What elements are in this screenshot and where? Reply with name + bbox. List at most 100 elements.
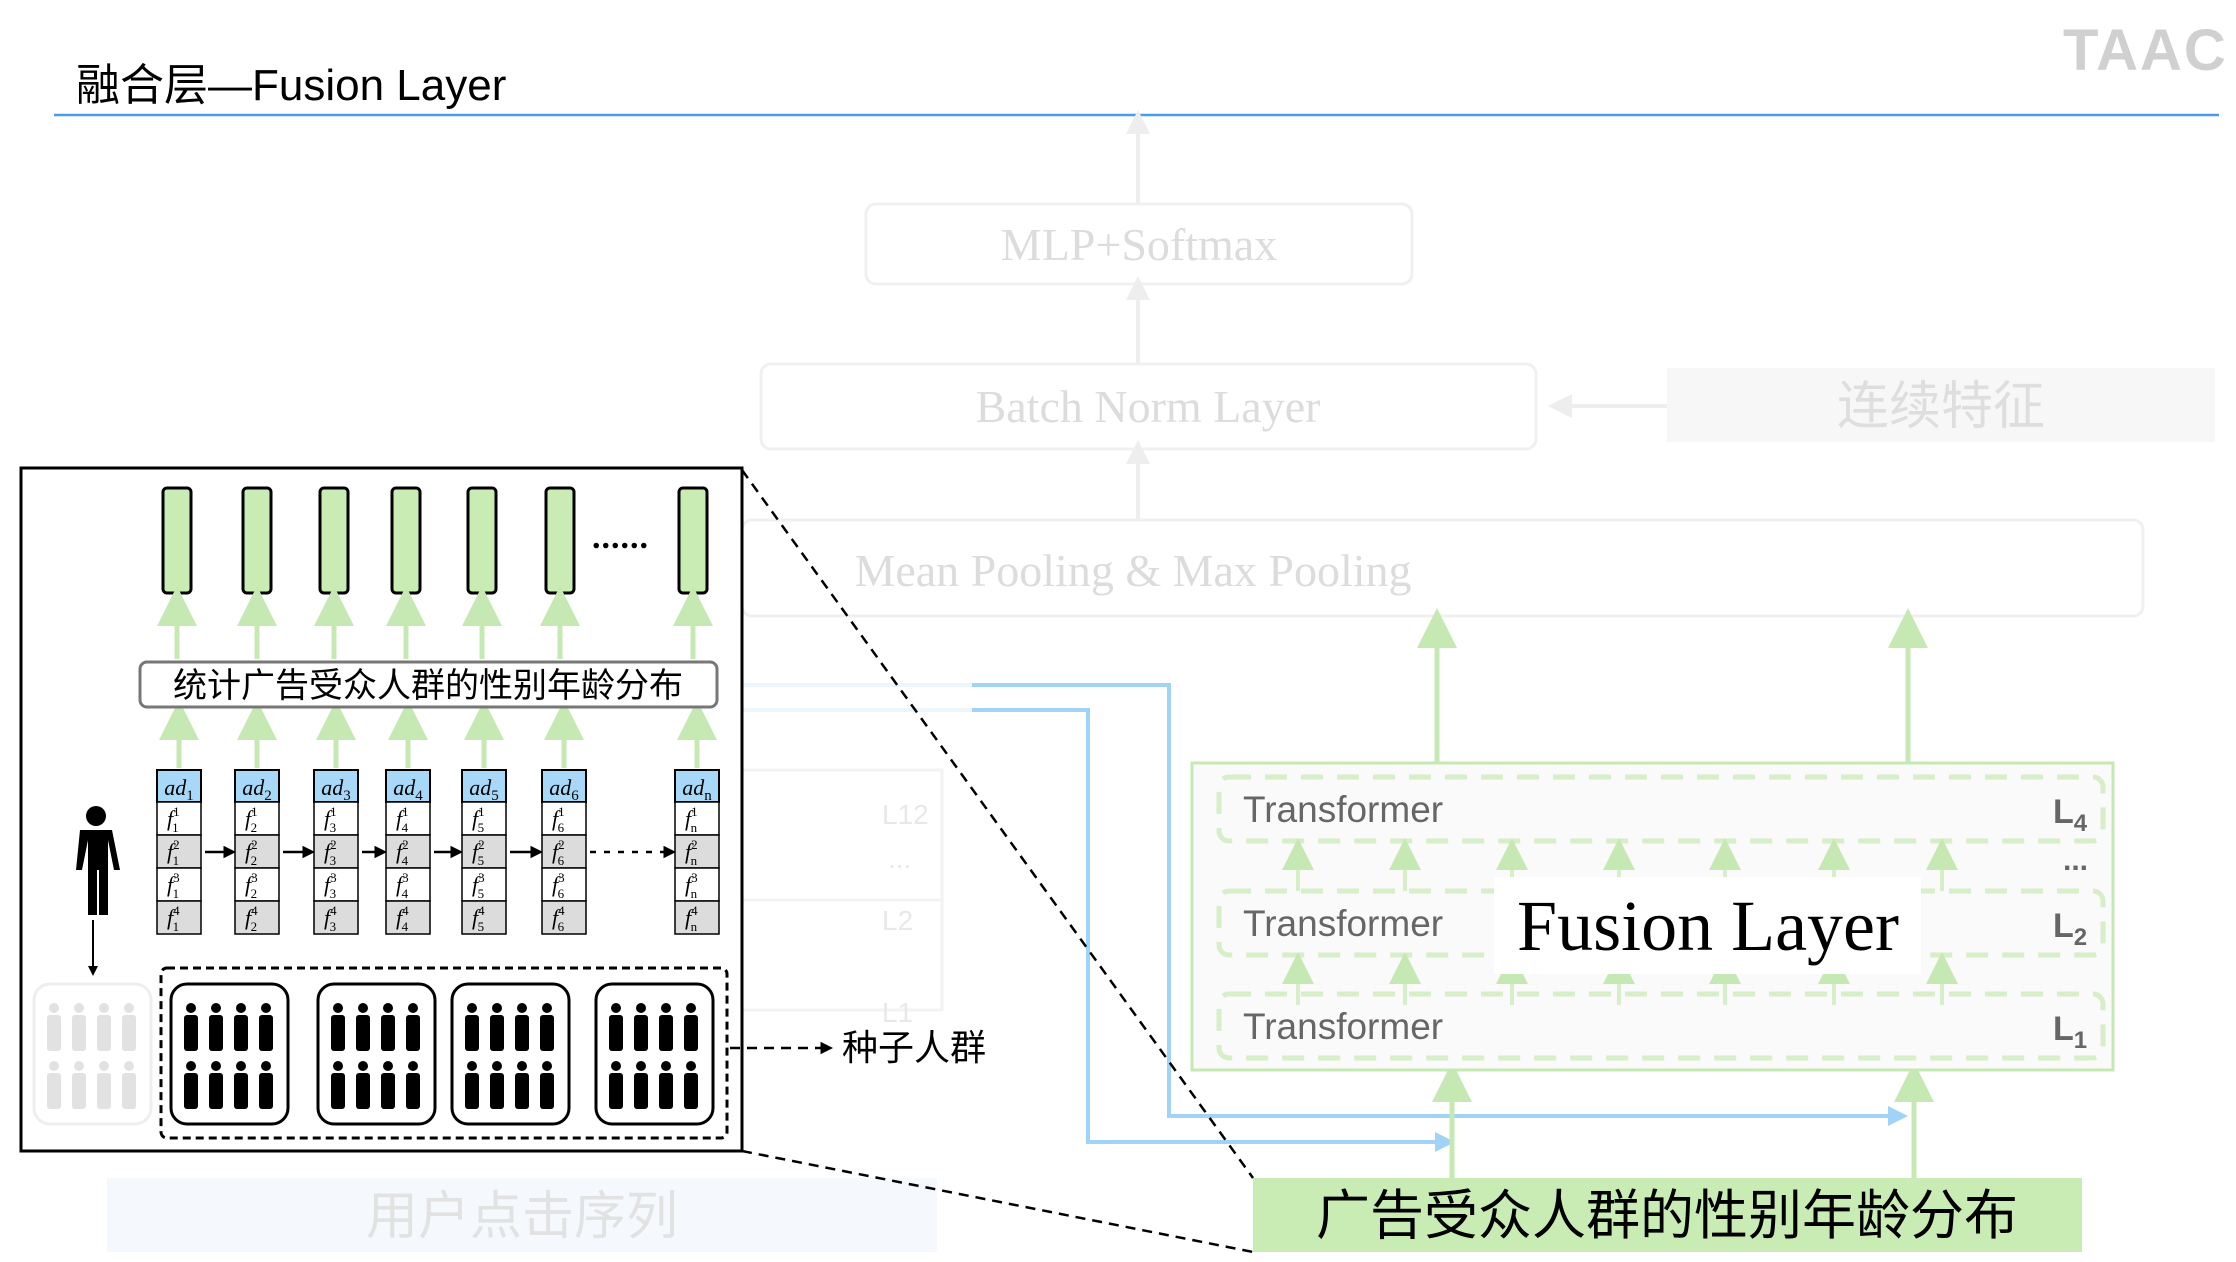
- person-body: [234, 1073, 248, 1109]
- feature-label: f4 4: [396, 903, 409, 934]
- bars-ellipsis: ......: [592, 519, 649, 556]
- feature-label: f4 3: [324, 903, 337, 934]
- person-body: [122, 1073, 136, 1109]
- feature-label: f3 3: [324, 870, 337, 901]
- person-head: [517, 1061, 527, 1071]
- person-body: [465, 1015, 479, 1051]
- person-body: [259, 1073, 273, 1109]
- user-click-sequence-label: 用户点击序列: [366, 1189, 678, 1246]
- person-body: [47, 1015, 61, 1051]
- person-head: [383, 1061, 393, 1071]
- feature-label: f2 4: [396, 837, 409, 868]
- feature-label: f4 6: [552, 903, 565, 934]
- person-head: [611, 1061, 621, 1071]
- feature-label: f2 2: [245, 837, 258, 868]
- layer-letter: L: [2053, 1010, 2074, 1048]
- feature-label: f3 6: [552, 870, 565, 901]
- transformer-label: Transformer: [1243, 903, 1443, 944]
- fusion-layer-label: Fusion Layer: [1517, 886, 1899, 966]
- person-body: [684, 1073, 698, 1109]
- person-body: [356, 1015, 370, 1051]
- person-head: [408, 1061, 418, 1071]
- person-head: [467, 1003, 477, 1013]
- person-head: [261, 1003, 271, 1013]
- layer-letter: L: [2053, 793, 2074, 831]
- person-body: [331, 1073, 345, 1109]
- person-body: [209, 1015, 223, 1051]
- feature-label: f3 1: [167, 870, 180, 901]
- people-group-icon: [169, 982, 290, 1126]
- feature-label: f1 3: [324, 804, 337, 835]
- feature-label: f2 5: [472, 837, 485, 868]
- person-body: [97, 1073, 111, 1109]
- layer-subscript: 2: [2074, 924, 2087, 951]
- feature-label: f1 2: [245, 804, 258, 835]
- layer-subscript: 1: [2074, 1027, 2087, 1054]
- person-body: [515, 1015, 529, 1051]
- person-head: [49, 1003, 59, 1013]
- ad-audience-distribution-label: 广告受众人群的性别年龄分布: [1316, 1186, 2018, 1246]
- mlp-softmax-label: MLP+Softmax: [1001, 219, 1277, 270]
- person-body: [490, 1015, 504, 1051]
- embedding-bar: [390, 486, 422, 595]
- person-body: [209, 1073, 223, 1109]
- person-head: [74, 1061, 84, 1071]
- feature-label: f1 n: [685, 804, 698, 835]
- ghost-label: ...: [888, 843, 911, 874]
- feature-label: f1 4: [396, 804, 409, 835]
- person-head: [492, 1061, 502, 1071]
- feature-label: f1 1: [167, 804, 179, 835]
- person-head: [186, 1003, 196, 1013]
- person-body: [406, 1073, 420, 1109]
- embedding-bar: [161, 486, 193, 595]
- feature-label: f2 6: [552, 837, 565, 868]
- people-group-icon: [316, 982, 437, 1126]
- ghost-label: L12: [882, 799, 929, 830]
- person-head: [661, 1061, 671, 1071]
- faded-people-group-icon: [32, 982, 153, 1126]
- transformer-label: Transformer: [1243, 1006, 1443, 1047]
- feature-label: f3 n: [685, 870, 698, 901]
- layer-ellipsis: ...: [2063, 844, 2088, 877]
- fusion-block: Transformer L4Transformer L2Transformer L1 …: [1190, 761, 2115, 1072]
- person-body: [356, 1073, 370, 1109]
- person-body: [465, 1073, 479, 1109]
- person-head: [211, 1061, 221, 1071]
- person-body: [184, 1073, 198, 1109]
- person-body: [259, 1015, 273, 1051]
- person-head: [333, 1003, 343, 1013]
- person-head: [686, 1061, 696, 1071]
- person-head: [211, 1003, 221, 1013]
- layer-subscript: 4: [2074, 810, 2088, 837]
- ghost-label: L2: [882, 905, 913, 936]
- embedding-bar: [466, 486, 498, 595]
- person-body: [609, 1015, 623, 1051]
- person-head: [358, 1003, 368, 1013]
- person-body: [47, 1073, 61, 1109]
- feature-label: f1 6: [552, 804, 565, 835]
- person-body: [540, 1015, 554, 1051]
- stats-label: 统计广告受众人群的性别年龄分布: [173, 667, 683, 705]
- person-body: [122, 1015, 136, 1051]
- transformer-label: Transformer: [1243, 789, 1443, 830]
- feature-label: f4 5: [472, 903, 485, 934]
- ghost-transformer-stack: L12 ... L2 L1: [740, 683, 972, 1028]
- feature-label: f2 1: [167, 837, 180, 868]
- person-body: [381, 1015, 395, 1051]
- model-upper: MLP+Softmax Batch Norm Layer 连续特征 Mean P…: [740, 110, 2215, 618]
- feature-label: f4 1: [167, 903, 180, 934]
- people-group-icon: [594, 982, 715, 1126]
- feature-label: f1 5: [472, 804, 485, 835]
- ghost-label: L1: [882, 997, 913, 1028]
- person-body: [406, 1015, 420, 1051]
- person-head: [49, 1061, 59, 1071]
- feature-label: f2 n: [685, 837, 698, 868]
- fusion-layer-slide: 融合层—Fusion Layer TAAC MLP+Softmax Batch …: [19, 18, 2226, 1254]
- person-head: [636, 1061, 646, 1071]
- person-body: [515, 1073, 529, 1109]
- person-head: [383, 1003, 393, 1013]
- person-body: [684, 1015, 698, 1051]
- person-body: [72, 1073, 86, 1109]
- person-head: [358, 1061, 368, 1071]
- person-body: [331, 1015, 345, 1051]
